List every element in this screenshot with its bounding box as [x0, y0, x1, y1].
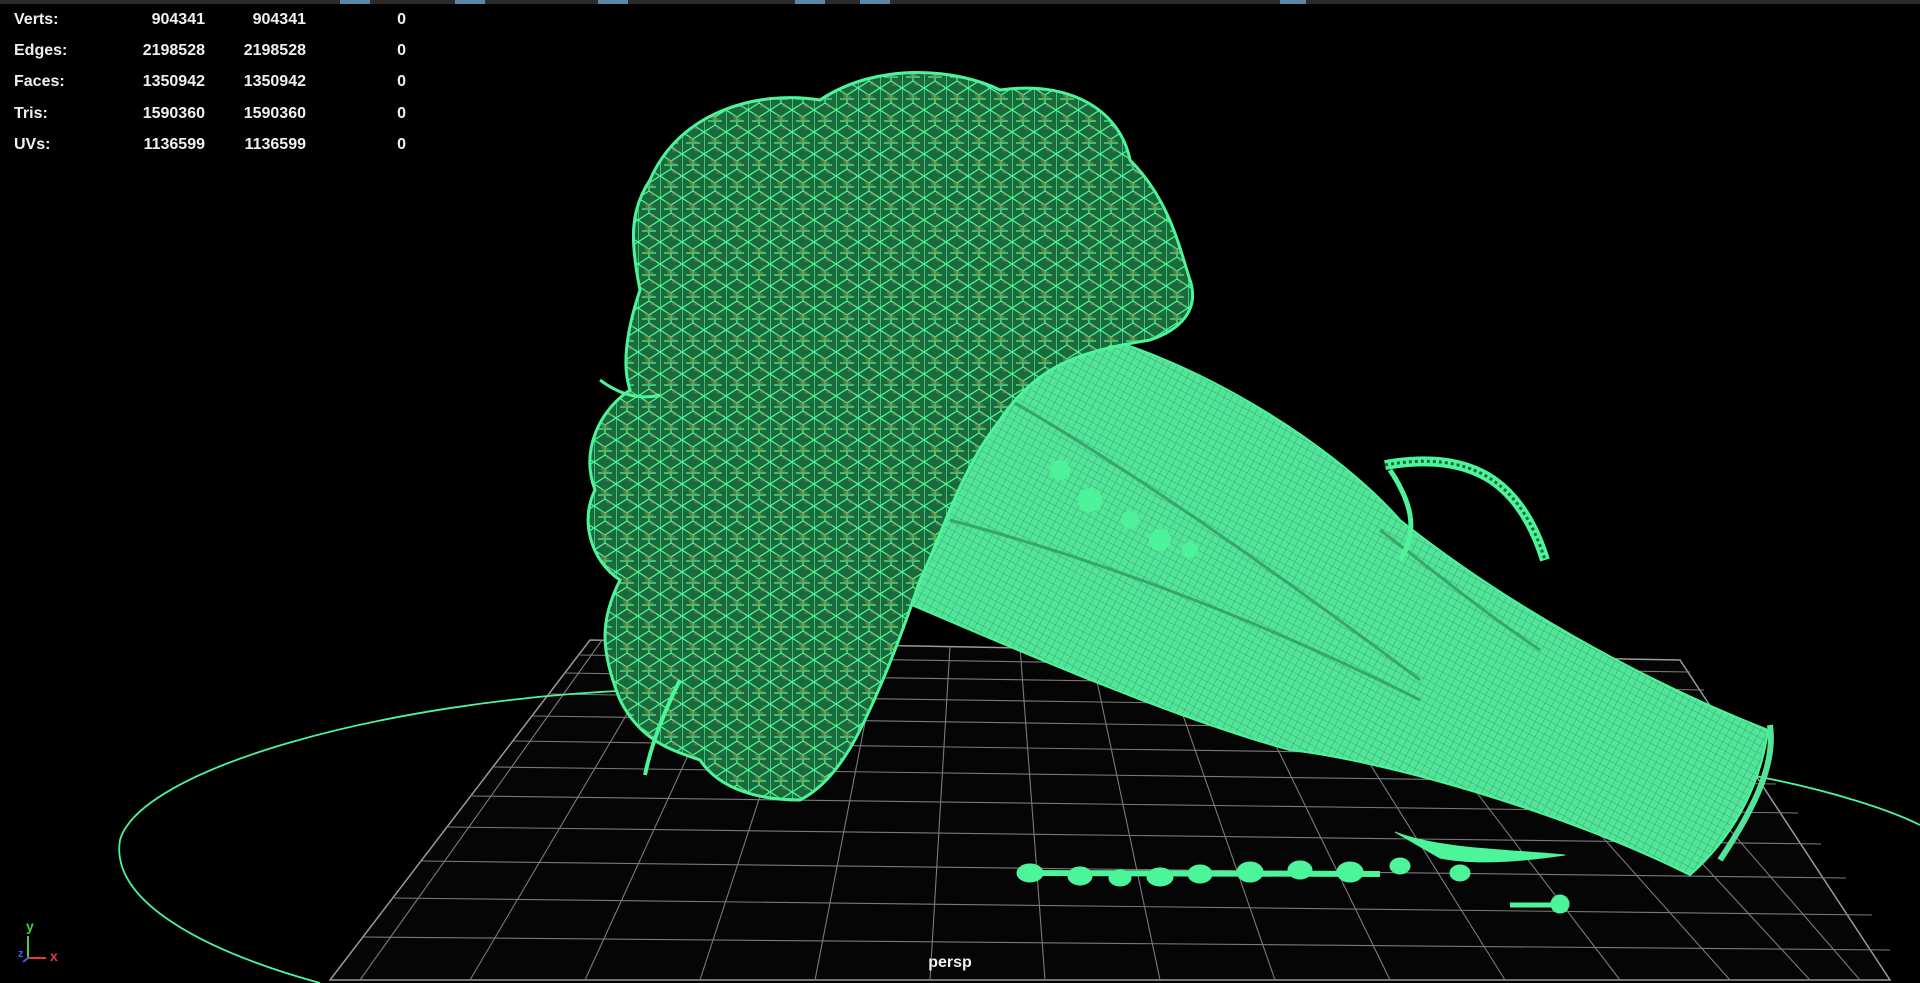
- camera-name-label: persp: [928, 954, 972, 971]
- poly-count-hud: Verts: 904341 904341 0 Edges: 2198528 21…: [14, 4, 406, 160]
- hud-selected: 1350942: [243, 73, 306, 91]
- hud-selected: 904341: [252, 10, 306, 28]
- hud-selected: 2198528: [243, 41, 306, 59]
- hud-total: 904341: [151, 10, 205, 28]
- hud-selected: 1136599: [244, 135, 306, 153]
- hud-third-column: 0: [397, 135, 406, 153]
- hud-total: 1136599: [143, 135, 205, 153]
- hud-selected: 1590360: [243, 104, 306, 122]
- hud-row-verts: Verts: 904341 904341 0: [14, 4, 406, 35]
- hud-label: Tris:: [14, 104, 48, 122]
- hud-total: 2198528: [142, 41, 205, 59]
- 3d-viewport[interactable]: Verts: 904341 904341 0 Edges: 2198528 21…: [0, 0, 1920, 983]
- hud-third-column: 0: [397, 10, 406, 28]
- hud-row-edges: Edges: 2198528 2198528 0: [14, 35, 406, 66]
- axis-y-label: y: [26, 918, 34, 934]
- hud-row-uvs: UVs: 1136599 1136599 0: [14, 129, 406, 160]
- hud-row-tris: Tris: 1590360 1590360 0: [14, 98, 406, 129]
- hud-label: Edges:: [14, 41, 68, 59]
- hud-total: 1350942: [142, 73, 205, 91]
- hud-label: Faces:: [14, 73, 65, 91]
- hud-row-faces: Faces: 1350942 1350942 0: [14, 67, 406, 98]
- hud-label: UVs:: [14, 135, 51, 153]
- hud-label: Verts:: [14, 10, 59, 28]
- hud-third-column: 0: [397, 41, 406, 59]
- hud-third-column: 0: [397, 73, 406, 91]
- hud-total: 1590360: [142, 104, 205, 122]
- hud-third-column: 0: [397, 104, 406, 122]
